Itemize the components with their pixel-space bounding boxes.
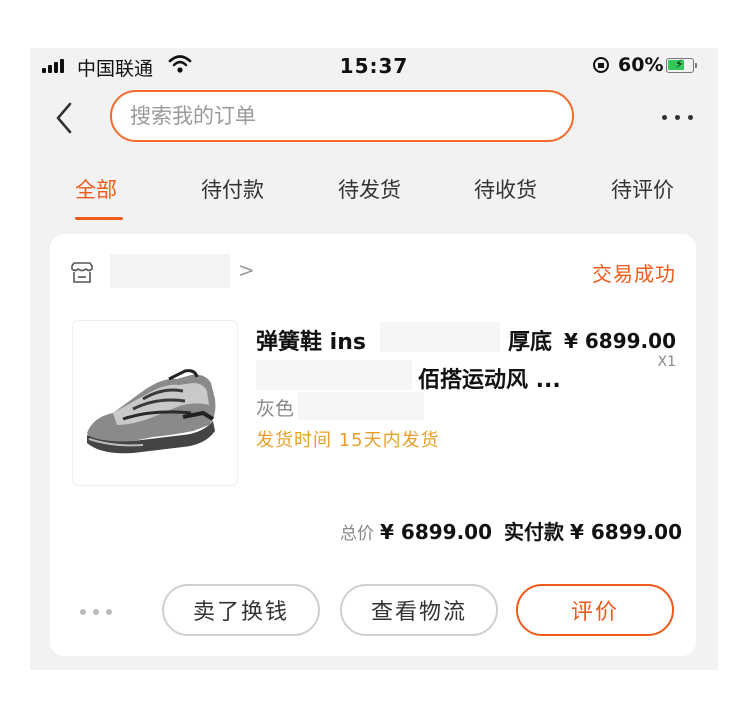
product-price: ¥ 6899.00 bbox=[564, 329, 676, 353]
tab-pending-payment[interactable]: 待付款 bbox=[201, 174, 264, 204]
product-spec-redacted bbox=[298, 392, 424, 420]
sell-button[interactable]: 卖了换钱 bbox=[162, 584, 320, 636]
battery-percentage: 60% bbox=[618, 54, 664, 76]
status-bar: 中国联通 15:37 60% ⚡ bbox=[30, 48, 718, 84]
product-title-part1[interactable]: 弹簧鞋 ins bbox=[256, 324, 366, 356]
product-quantity: X1 bbox=[657, 354, 677, 370]
product-title-redacted-2 bbox=[256, 360, 412, 390]
search-input[interactable] bbox=[130, 104, 550, 128]
rotation-lock-icon bbox=[593, 57, 609, 73]
shop-icon[interactable] bbox=[70, 262, 94, 284]
phone-screen: 中国联通 15:37 60% ⚡ 全部 待付款 待发货 待收货 待评价 bbox=[30, 48, 718, 670]
order-totals: 总价 ¥ 6899.00 实付款 ¥ 6899.00 bbox=[340, 516, 682, 545]
order-tabs: 全部 待付款 待发货 待收货 待评价 bbox=[30, 166, 718, 222]
chevron-right-icon[interactable]: > bbox=[238, 258, 255, 282]
tab-pending-review[interactable]: 待评价 bbox=[611, 174, 674, 204]
order-card: > 交易成功 弹簧鞋 ins 厚底 佰搭运动风 ... ¥ 6899.00 X1… bbox=[50, 234, 696, 656]
view-logistics-button[interactable]: 查看物流 bbox=[340, 584, 498, 636]
tab-pending-shipment[interactable]: 待发货 bbox=[338, 174, 401, 204]
back-arrow-icon[interactable] bbox=[50, 98, 80, 138]
sneaker-image bbox=[87, 369, 216, 454]
more-menu-icon[interactable] bbox=[660, 104, 696, 130]
product-title-part2[interactable]: 厚底 bbox=[508, 324, 552, 356]
product-title-redacted-1 bbox=[380, 322, 500, 352]
tab-pending-receipt[interactable]: 待收货 bbox=[474, 174, 537, 204]
total-value: ¥ 6899.00 bbox=[380, 520, 493, 544]
status-time: 15:37 bbox=[339, 54, 409, 78]
paid-value: ¥ 6899.00 bbox=[570, 520, 682, 544]
review-button[interactable]: 评价 bbox=[516, 584, 674, 636]
search-bar[interactable] bbox=[110, 90, 574, 142]
battery-tip bbox=[695, 63, 697, 68]
tab-all[interactable]: 全部 bbox=[75, 174, 117, 204]
total-label: 总价 bbox=[340, 524, 375, 544]
active-tab-indicator bbox=[75, 217, 123, 220]
paid-label: 实付款 bbox=[504, 520, 565, 544]
delivery-note: 发货时间 15天内发货 bbox=[256, 430, 440, 451]
more-actions-icon[interactable] bbox=[80, 607, 114, 617]
battery-icon: ⚡ bbox=[666, 57, 694, 73]
order-status: 交易成功 bbox=[592, 262, 676, 286]
shop-name-redacted[interactable] bbox=[110, 254, 230, 288]
product-spec: 灰色 bbox=[256, 398, 295, 420]
product-image[interactable] bbox=[72, 320, 238, 486]
product-title-part3[interactable]: 佰搭运动风 ... bbox=[418, 362, 561, 394]
